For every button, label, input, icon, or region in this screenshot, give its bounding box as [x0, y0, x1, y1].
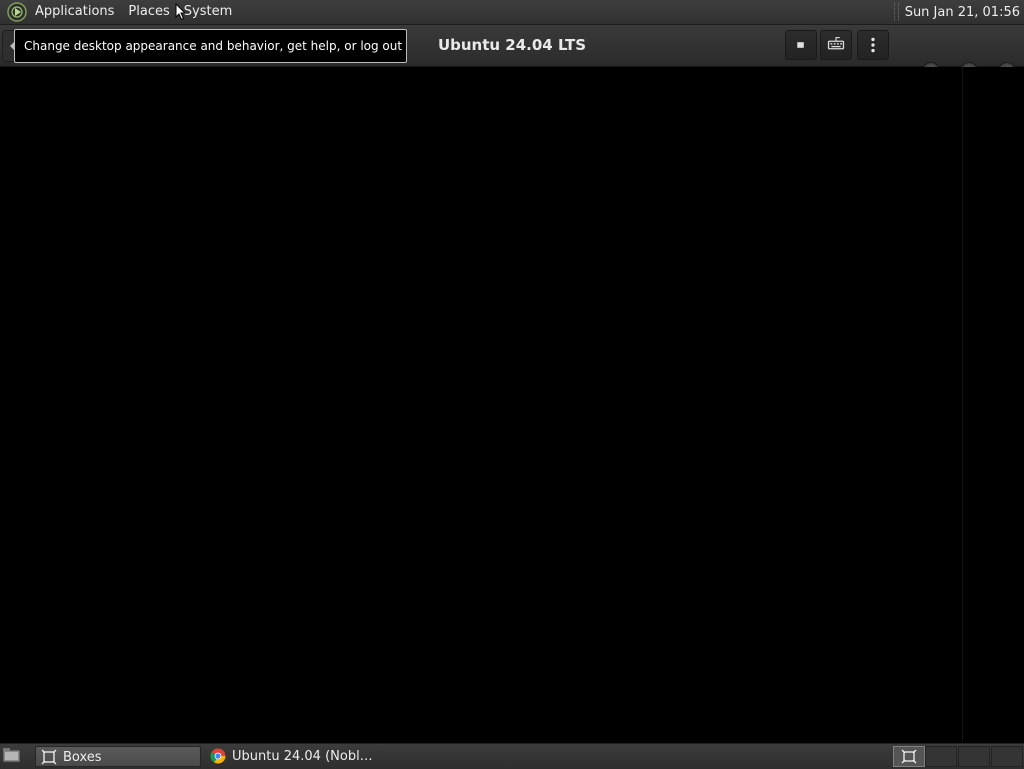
system-menu-tooltip: Change desktop appearance and behavior, … — [14, 29, 407, 63]
keyboard-button[interactable] — [820, 30, 852, 60]
mate-logo-icon[interactable] — [6, 1, 28, 23]
panel-drag-handle[interactable] — [893, 3, 899, 21]
bottom-panel: Boxes Ubuntu 24.04 (Nobl… — [0, 743, 1024, 769]
taskbar-item-boxes[interactable]: Boxes — [35, 746, 201, 767]
workspace-3[interactable] — [958, 746, 990, 767]
show-desktop-icon[interactable] — [2, 747, 22, 765]
stop-icon — [797, 42, 804, 48]
menu-button[interactable] — [857, 30, 889, 60]
chrome-icon — [210, 748, 226, 764]
taskbar-item-label: Ubuntu 24.04 (Nobl… — [232, 749, 373, 764]
boxes-app-icon — [41, 749, 57, 765]
applications-menu[interactable]: Applications — [28, 0, 121, 24]
taskbar-item-ubuntu-browser[interactable]: Ubuntu 24.04 (Nobl… — [205, 746, 385, 767]
places-menu[interactable]: Places — [121, 0, 176, 24]
workspace-4[interactable] — [991, 746, 1023, 767]
display-divider — [962, 67, 963, 742]
taskbar-item-label: Boxes — [63, 750, 102, 765]
top-panel: Applications Places System Sun Jan 21, 0… — [0, 0, 1024, 25]
clock[interactable]: Sun Jan 21, 01:56 — [905, 5, 1024, 20]
kebab-menu-icon — [871, 37, 875, 53]
workspace-1[interactable] — [893, 746, 925, 767]
workspace-2[interactable] — [925, 746, 957, 767]
vm-title: Ubuntu 24.04 LTS — [437, 36, 587, 54]
keyboard-icon — [827, 36, 845, 50]
mouse-cursor-icon — [175, 3, 187, 21]
vm-display[interactable] — [0, 67, 1024, 742]
stop-button[interactable] — [785, 30, 817, 60]
boxes-app-icon — [901, 749, 917, 764]
